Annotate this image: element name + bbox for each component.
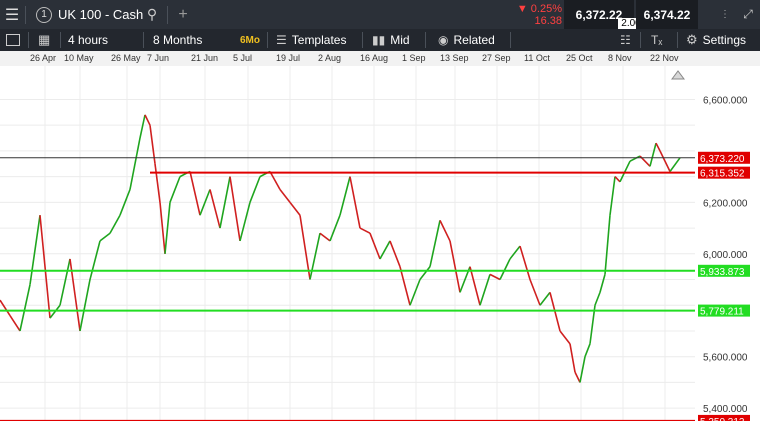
chart-background [0,66,760,421]
range-selector[interactable]: 8 Months [153,29,202,51]
level-label: 6,373.220 [700,154,745,165]
date-tick-label: 27 Sep [482,53,511,63]
add-tab-button[interactable]: + [176,0,190,29]
drawing-panel-button[interactable] [6,29,20,51]
date-tick-label: 10 May [64,53,94,63]
price-type-button[interactable]: ▮▮ Mid [372,29,410,51]
panel-icon [6,34,20,46]
grid-layout-icon: ▦ [38,32,51,47]
resize-handle[interactable]: ⋮ [718,0,732,29]
menu-button[interactable]: ☰ [0,0,24,29]
date-axis: 26 Apr 10 May 26 May 7 Jun 21 Jun 5 Jul 19 Jul… [0,51,760,67]
price-tick-label: 5,400.000 [703,404,748,415]
indicators-button[interactable]: ☷ [620,29,631,51]
date-tick-label: 19 Jul [276,53,301,63]
buy-price-button[interactable]: 6,374.22 [636,0,698,29]
settings-button[interactable]: ⚙ Settings [686,29,746,51]
interval-selector[interactable]: 4 hours [68,29,108,51]
change-display: ▼ 0.25% 16.38 [486,0,562,29]
templates-button[interactable]: ☰ Templates [276,29,346,51]
text-size-button[interactable]: Tₓ [651,29,662,51]
date-tick-label: 2 Aug [318,53,342,63]
date-tick-label: 13 Sep [440,53,469,63]
layout-button[interactable]: ▦ [38,29,50,51]
instrument-title[interactable]: UK 100 - Cash [58,0,143,29]
top-bar: ☰ 1 UK 100 - Cash ⚲ + ▼ 0.25% 16.38 6,37… [0,0,760,29]
date-tick-label: 7 Jun [147,53,170,63]
chart-toolbar: ▦ 4 hours 8 Months 6Mo ☰ Templates ▮▮ Mi… [0,29,760,51]
date-tick-label: 5 Jul [233,53,253,63]
price-tick-label: 6,200.000 [703,198,748,209]
price-tick-label: 6,600.000 [703,95,748,106]
resize-icon: ⋮ [720,8,730,20]
date-tick-label: 1 Sep [402,53,426,63]
date-tick-label: 22 Nov [650,53,679,63]
date-tick-label: 8 Nov [608,53,632,63]
list-icon: ☷ [620,33,631,47]
level-label: 6,315.352 [700,169,745,180]
price-tick-label: 6,000.000 [703,250,748,261]
price-chart[interactable]: 6,373.220 6,315.352 5,933.873 5,779.211 5,35… [0,66,760,421]
date-tick-label: 26 Apr [30,53,57,63]
date-tick-label: 26 May [111,53,141,63]
collapse-arrows-icon: ⤢ [743,7,753,21]
date-tick-label: 11 Oct [524,53,550,63]
tab-number-badge: 1 [36,0,52,29]
plus-icon: + [178,5,188,23]
text-size-icon: Tₓ [651,33,663,47]
price-tick-label: 5,600.000 [703,353,748,364]
candlestick-icon: ▮▮ [372,33,386,47]
eye-icon: ◉ [438,33,449,47]
level-label: 5,350.312 [700,417,745,421]
gear-icon: ⚙ [686,32,698,47]
level-label: 5,933.873 [700,267,745,278]
search-icon: ⚲ [146,6,158,22]
range-badge[interactable]: 6Mo [240,29,260,51]
date-tick-label: 16 Aug [360,53,389,63]
level-label: 5,779.211 [700,307,744,318]
templates-icon: ☰ [276,33,287,47]
collapse-button[interactable]: ⤢ [740,0,756,29]
related-button[interactable]: ◉ Related [438,29,495,51]
date-tick-label: 21 Jun [191,53,219,63]
hamburger-icon: ☰ [4,6,20,24]
down-arrow-icon: ▼ [516,2,528,15]
search-button[interactable]: ⚲ [144,0,160,29]
date-tick-label: 25 Oct [566,53,593,63]
